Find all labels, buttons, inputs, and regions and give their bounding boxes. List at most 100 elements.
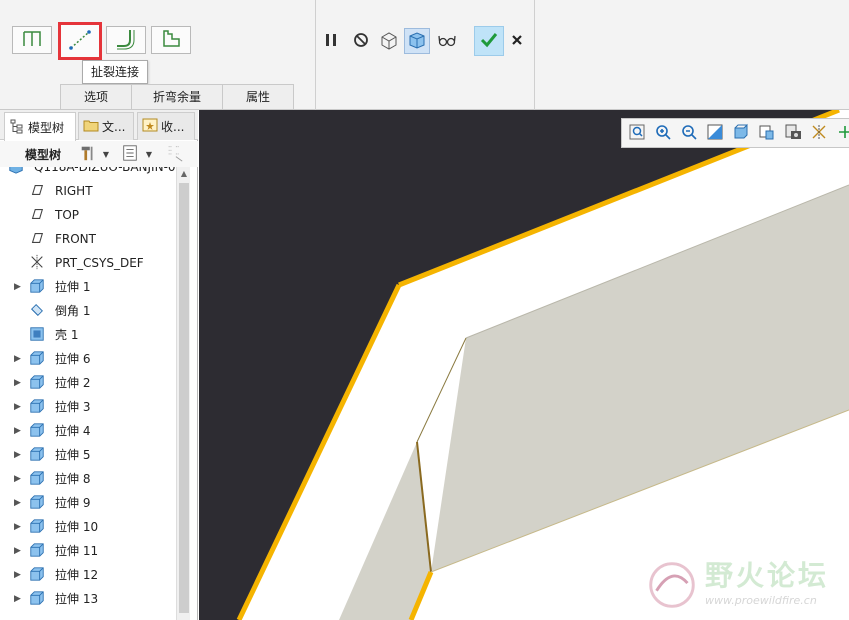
tree-item[interactable]: ▶ 拉伸 5 — [0, 443, 176, 467]
view-manager-button[interactable] — [782, 122, 804, 144]
tree-item[interactable]: ▶ 拉伸 13 — [0, 587, 176, 611]
tree-item[interactable]: ▶ 拉伸 8 — [0, 467, 176, 491]
show-tool-button[interactable] — [120, 144, 140, 164]
expand-arrow-icon[interactable]: ▶ — [14, 443, 24, 467]
tree-item[interactable]: ▶ 拉伸 12 — [0, 563, 176, 587]
tree-item[interactable]: PRT_CSYS_DEF — [0, 251, 176, 275]
tree-item[interactable]: ▶ 拉伸 4 — [0, 419, 176, 443]
bend-corner-icon — [114, 28, 138, 53]
expand-arrow-icon[interactable]: ▶ — [14, 467, 24, 491]
spin-center-button[interactable] — [834, 122, 849, 144]
tree-item[interactable]: 壳 1 — [0, 323, 176, 347]
part-icon — [8, 167, 26, 176]
scroll-thumb[interactable] — [179, 183, 189, 613]
tree-item[interactable]: ▶ 拉伸 6 — [0, 347, 176, 371]
tree-root[interactable]: Q118A-DIZUO-BANJIN-0 — [0, 167, 176, 179]
tree-icon — [9, 118, 28, 137]
repaint-button[interactable] — [704, 122, 726, 144]
tree-item-label: RIGHT — [55, 184, 93, 198]
extrude-icon — [29, 398, 47, 416]
view-toolbar — [621, 118, 849, 148]
expand-arrow-icon[interactable]: ▶ — [14, 587, 24, 611]
expand-arrow-icon[interactable]: ▶ — [14, 275, 24, 299]
tree-scrollbar[interactable]: ▲ — [176, 167, 190, 620]
tab-favorites[interactable]: 收... — [137, 112, 195, 140]
spin-center-icon — [836, 123, 849, 144]
extrude-icon — [29, 470, 47, 488]
glasses-icon — [437, 30, 457, 53]
tab-folder-label: 文... — [102, 120, 126, 134]
settings-tool-button[interactable] — [78, 144, 98, 164]
repaint-icon — [706, 123, 724, 144]
datum-display-button[interactable] — [808, 122, 830, 144]
preview-mesh-button[interactable] — [376, 28, 402, 54]
extrude-icon — [29, 494, 47, 512]
no-preview-button[interactable] — [348, 28, 374, 54]
expand-arrow-icon[interactable]: ▶ — [14, 539, 24, 563]
tree-toolbar: 模型树 ▼ ▼ — [0, 141, 198, 167]
refit-button[interactable] — [626, 122, 648, 144]
model-geometry — [236, 110, 849, 620]
pause-button[interactable] — [318, 28, 344, 54]
tree-item[interactable]: ▶ 拉伸 2 — [0, 371, 176, 395]
graphics-viewport[interactable]: 野火论坛 www.proewildfire.cn — [199, 110, 849, 620]
tree-item-label: 拉伸 12 — [55, 568, 99, 582]
tree-item[interactable]: ▶ 拉伸 10 — [0, 515, 176, 539]
zoom-out-button[interactable] — [678, 122, 700, 144]
tab-options[interactable]: 选项 — [60, 84, 132, 109]
tree-item[interactable]: 倒角 1 — [0, 299, 176, 323]
tab-bend-allowance[interactable]: 折弯余量 — [131, 84, 223, 109]
tree-item[interactable]: RIGHT — [0, 179, 176, 203]
pause-icon — [321, 30, 341, 53]
tree-item[interactable]: TOP — [0, 203, 176, 227]
zoom-in-button[interactable] — [652, 122, 674, 144]
tree-item[interactable]: ▶ 拉伸 1 — [0, 275, 176, 299]
tree-item-label: 壳 1 — [55, 328, 79, 342]
expand-arrow-icon[interactable]: ▶ — [14, 563, 24, 587]
expand-arrow-icon[interactable]: ▶ — [14, 515, 24, 539]
expand-arrow-icon[interactable]: ▶ — [14, 491, 24, 515]
tree-item-label: PRT_CSYS_DEF — [55, 256, 144, 270]
wireframe-box-icon — [379, 30, 399, 53]
preview-geometry-button[interactable] — [404, 28, 430, 54]
expand-arrow-icon[interactable]: ▶ — [14, 419, 24, 443]
split-connect-button[interactable] — [58, 22, 102, 60]
tab-properties[interactable]: 属性 — [222, 84, 294, 109]
list-icon — [121, 144, 139, 165]
tree-item[interactable]: ▶ 拉伸 9 — [0, 491, 176, 515]
tree-item-label: 拉伸 9 — [55, 496, 91, 510]
scroll-up-arrow[interactable]: ▲ — [177, 167, 191, 181]
chevron-down-icon: ▼ — [145, 149, 153, 159]
tab-favorites-label: 收... — [161, 120, 185, 134]
tree-item-label: 倒角 1 — [55, 304, 91, 318]
saved-views-button[interactable] — [756, 122, 778, 144]
display-style-button[interactable] — [730, 122, 752, 144]
folder-icon — [83, 117, 102, 136]
flange-wall-button[interactable] — [12, 26, 52, 54]
corner-relief-button[interactable] — [151, 26, 191, 54]
settings-dropdown[interactable]: ▼ — [100, 144, 112, 164]
tree-item[interactable]: ▶ 拉伸 3 — [0, 395, 176, 419]
tree-item-label: 拉伸 10 — [55, 520, 99, 534]
flange-wall-icon — [20, 28, 44, 53]
verify-button[interactable] — [434, 28, 460, 54]
expand-arrow-icon[interactable]: ▶ — [14, 371, 24, 395]
tab-folder[interactable]: 文... — [78, 112, 134, 140]
expand-arrow-icon[interactable]: ▶ — [14, 347, 24, 371]
split-connect-icon — [68, 29, 92, 54]
ribbon: 扯裂连接 选项 折弯余量 属性 — [0, 0, 849, 110]
extrude-icon — [29, 590, 47, 608]
tooltip-split-connect: 扯裂连接 — [82, 60, 148, 84]
watermark-logo-icon — [649, 562, 695, 608]
csys-icon — [29, 254, 47, 272]
filter-button[interactable] — [165, 144, 185, 164]
bend-corner-button[interactable] — [106, 26, 146, 54]
show-dropdown[interactable]: ▼ — [143, 144, 155, 164]
expand-arrow-icon[interactable]: ▶ — [14, 395, 24, 419]
cancel-button[interactable] — [504, 28, 530, 54]
ok-button[interactable] — [474, 26, 504, 56]
ribbon-divider — [315, 0, 316, 110]
tree-item[interactable]: FRONT — [0, 227, 176, 251]
tree-item[interactable]: ▶ 拉伸 11 — [0, 539, 176, 563]
tab-model-tree[interactable]: 模型树 — [4, 112, 76, 141]
